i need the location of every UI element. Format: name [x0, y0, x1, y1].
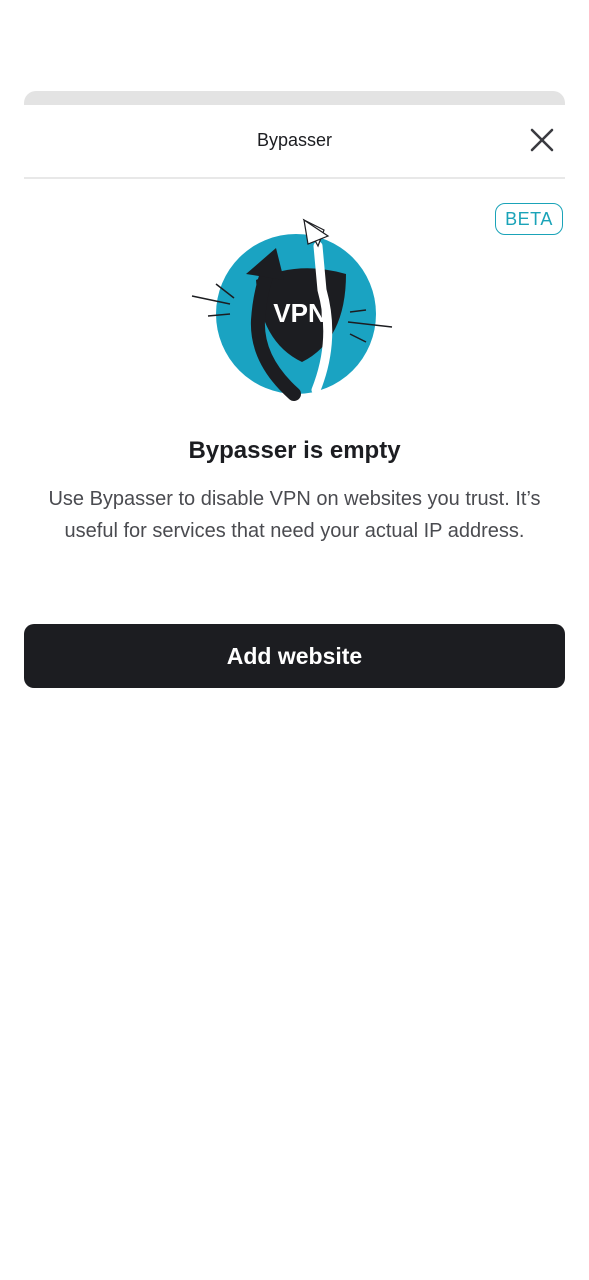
sheet-handle-area	[24, 91, 565, 105]
close-icon	[530, 128, 554, 152]
empty-state-description: Use Bypasser to disable VPN on websites …	[48, 488, 541, 542]
add-website-button[interactable]: Add website	[24, 624, 565, 688]
vpn-illustration: VPN	[186, 210, 406, 410]
empty-state-title: Bypasser is empty	[188, 437, 401, 464]
close-button[interactable]	[527, 125, 557, 155]
vpn-bypass-icon: VPN	[191, 218, 393, 401]
vpn-shield-label: VPN	[273, 298, 326, 328]
sheet-header: Bypasser	[24, 105, 565, 179]
beta-badge: BETA	[495, 203, 563, 235]
page-title: Bypasser	[256, 130, 333, 150]
